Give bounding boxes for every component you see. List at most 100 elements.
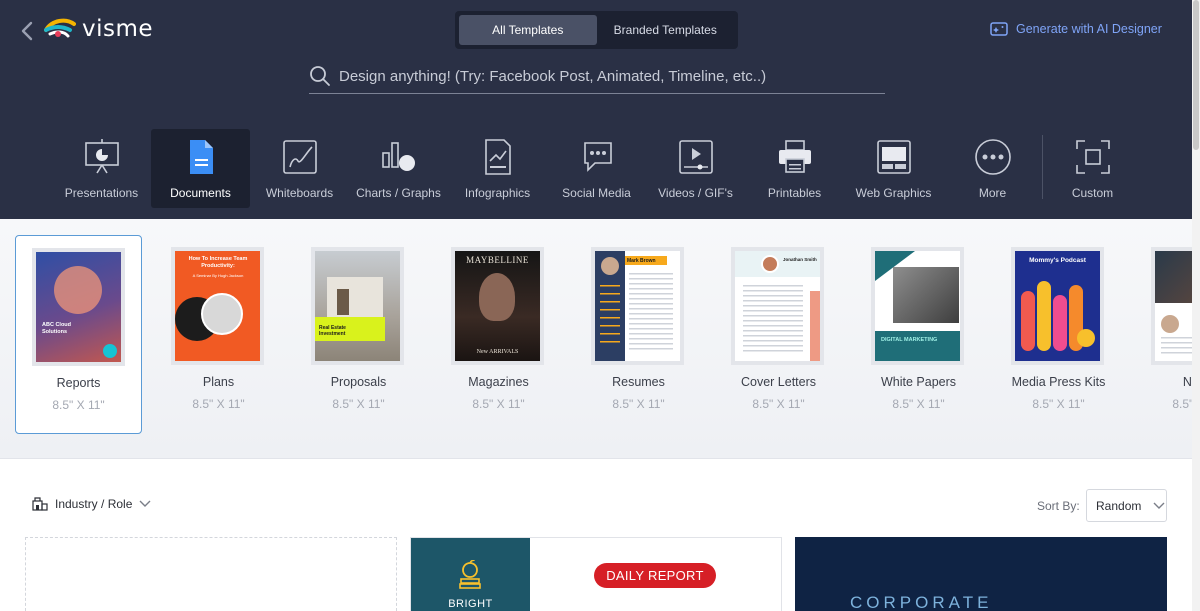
category-charts-graphs[interactable]: Charts / Graphs <box>349 129 448 208</box>
chevron-down-icon <box>1153 502 1165 509</box>
generate-ai-designer-link[interactable]: Generate with AI Designer <box>990 21 1162 37</box>
whiteboard-icon <box>282 140 317 174</box>
brand-name: visme <box>82 16 154 42</box>
media-press-kits-thumbnail: Mommy's Podcast <box>1011 247 1104 365</box>
doc-type-name: Cover Letters <box>740 375 817 389</box>
video-icon <box>678 140 713 174</box>
doc-type-name: Magazines <box>468 375 529 389</box>
resumes-thumb-title: Mark Brown <box>625 256 667 265</box>
doc-type-news[interactable]: News 8.5" X 11" <box>1135 235 1200 434</box>
template-source-switch: All Templates Branded Templates <box>455 11 738 49</box>
cover-letters-thumb-title: Jonathan Smith <box>783 257 817 262</box>
doc-type-size: 8.5" X 11" <box>752 397 805 411</box>
back-arrow-icon[interactable] <box>18 20 38 42</box>
search-bar <box>309 59 885 94</box>
doc-type-name: News <box>1135 375 1200 389</box>
media-press-kits-thumb-title: Mommy's Podcast <box>1029 257 1086 264</box>
doc-type-size: 8.5" X 11" <box>192 397 245 411</box>
category-printables[interactable]: Printables <box>745 129 844 208</box>
category-label: Videos / GIF's <box>658 186 733 200</box>
apple-books-icon <box>459 560 481 589</box>
sort-select[interactable]: Random <box>1086 489 1167 522</box>
category-custom[interactable]: Custom <box>1043 129 1142 208</box>
document-icon <box>189 140 213 174</box>
corporate-template-card[interactable]: CORPORATE <box>795 537 1167 611</box>
sort-by-label: Sort By: <box>1037 499 1080 513</box>
plans-thumbnail: How To Increase Team Productivity: A Sem… <box>171 247 264 365</box>
doc-type-size: 8.5" X 11" <box>1172 397 1200 411</box>
category-label: Documents <box>170 186 231 200</box>
category-label: More <box>978 186 1007 200</box>
corporate-card-title: CORPORATE <box>850 593 993 611</box>
building-icon <box>32 497 48 511</box>
white-papers-thumbnail: DIGITAL MARKETING <box>871 247 964 365</box>
doc-type-white-papers[interactable]: DIGITAL MARKETING White Papers 8.5" X 11… <box>855 235 982 434</box>
proposals-thumb-title: Real Estate Investment <box>319 325 346 337</box>
infographic-icon <box>484 139 511 175</box>
top-header: visme All Templates Branded Templates Ge… <box>0 0 1200 219</box>
magazines-thumb-subtitle: New ARRIVALS <box>476 349 519 355</box>
doc-type-size: 8.5" X 11" <box>1032 397 1085 411</box>
doc-type-proposals[interactable]: Real Estate Investment Proposals 8.5" X … <box>295 235 422 434</box>
industry-role-filter[interactable]: Industry / Role <box>32 497 151 511</box>
category-label: Infographics <box>464 186 531 200</box>
scrollbar-thumb[interactable] <box>1193 0 1199 150</box>
page-scrollbar[interactable] <box>1192 0 1200 611</box>
doc-type-name: Resumes <box>612 375 665 389</box>
proposals-thumbnail: Real Estate Investment <box>311 247 404 365</box>
reports-thumb-title: ABC Cloud Solutions <box>42 322 72 335</box>
doc-type-cover-letters[interactable]: Jonathan Smith Cover Letters 8.5" X 11" <box>715 235 842 434</box>
tab-branded-templates[interactable]: Branded Templates <box>597 15 735 45</box>
doc-type-name: White Papers <box>880 375 957 389</box>
doc-type-magazines[interactable]: MAYBELLINE New ARRIVALS Magazines 8.5" X… <box>435 235 562 434</box>
reports-thumbnail: ABC Cloud Solutions <box>32 248 125 366</box>
custom-size-icon <box>1075 140 1110 174</box>
category-label: Charts / Graphs <box>356 186 441 200</box>
doc-type-reports[interactable]: ABC Cloud Solutions Reports 8.5" X 11" <box>15 235 142 434</box>
industry-filter-label: Industry / Role <box>55 497 133 511</box>
sort-value: Random <box>1096 498 1142 513</box>
doc-type-size: 8.5" X 11" <box>612 397 665 411</box>
doc-type-size: 8.5" X 11" <box>472 397 525 411</box>
resumes-thumbnail: Mark Brown <box>591 247 684 365</box>
doc-type-name: Plans <box>202 375 235 389</box>
plans-thumb-title: How To Increase Team Productivity: <box>188 256 248 270</box>
presentation-board-icon <box>84 139 119 174</box>
category-label: Presentations <box>64 186 139 200</box>
daily-report-badge: DAILY REPORT <box>594 563 716 588</box>
web-graphics-icon <box>876 140 911 174</box>
tab-all-templates[interactable]: All Templates <box>459 15 597 45</box>
search-input[interactable] <box>339 67 879 85</box>
ai-link-label: Generate with AI Designer <box>1016 22 1162 36</box>
doc-type-resumes[interactable]: Mark Brown Resumes 8.5" X 11" <box>575 235 702 434</box>
document-type-strip: ABC Cloud Solutions Reports 8.5" X 11" H… <box>0 219 1200 459</box>
category-videos-gifs[interactable]: Videos / GIF's <box>646 129 745 208</box>
chevron-down-icon <box>139 500 151 507</box>
category-label: Custom <box>1071 186 1114 200</box>
magazines-thumb-title: MAYBELLINE <box>466 255 529 265</box>
doc-type-size: 8.5" X 11" <box>892 397 945 411</box>
category-more[interactable]: More <box>943 129 1042 208</box>
doc-type-plans[interactable]: How To Increase Team Productivity: A Sem… <box>155 235 282 434</box>
printer-icon <box>778 140 811 173</box>
doc-type-name: Reports <box>56 376 101 390</box>
doc-type-media-press-kits[interactable]: Mommy's Podcast Media Press Kits 8.5" X … <box>995 235 1122 434</box>
category-label: Social Media <box>562 186 631 200</box>
category-presentations[interactable]: Presentations <box>52 129 151 208</box>
ai-sparkle-icon <box>990 22 1008 36</box>
category-documents[interactable]: Documents <box>151 129 250 208</box>
visme-logo[interactable]: visme <box>44 16 153 42</box>
category-infographics[interactable]: Infographics <box>448 129 547 208</box>
category-label: Printables <box>767 186 822 200</box>
daily-report-template-card[interactable]: BRIGHT DAILY REPORT <box>410 537 782 611</box>
doc-type-name: Media Press Kits <box>1011 375 1106 389</box>
charts-icon <box>381 142 415 171</box>
doc-type-name: Proposals <box>330 375 387 389</box>
more-icon <box>974 139 1011 175</box>
category-whiteboards[interactable]: Whiteboards <box>250 129 349 208</box>
plans-thumb-subtitle: A Seminar By Hugh Jackson <box>192 273 244 278</box>
magazines-thumbnail: MAYBELLINE New ARRIVALS <box>451 247 544 365</box>
category-social-media[interactable]: Social Media <box>547 129 646 208</box>
category-web-graphics[interactable]: Web Graphics <box>844 129 943 208</box>
blank-template-card[interactable] <box>25 537 397 611</box>
